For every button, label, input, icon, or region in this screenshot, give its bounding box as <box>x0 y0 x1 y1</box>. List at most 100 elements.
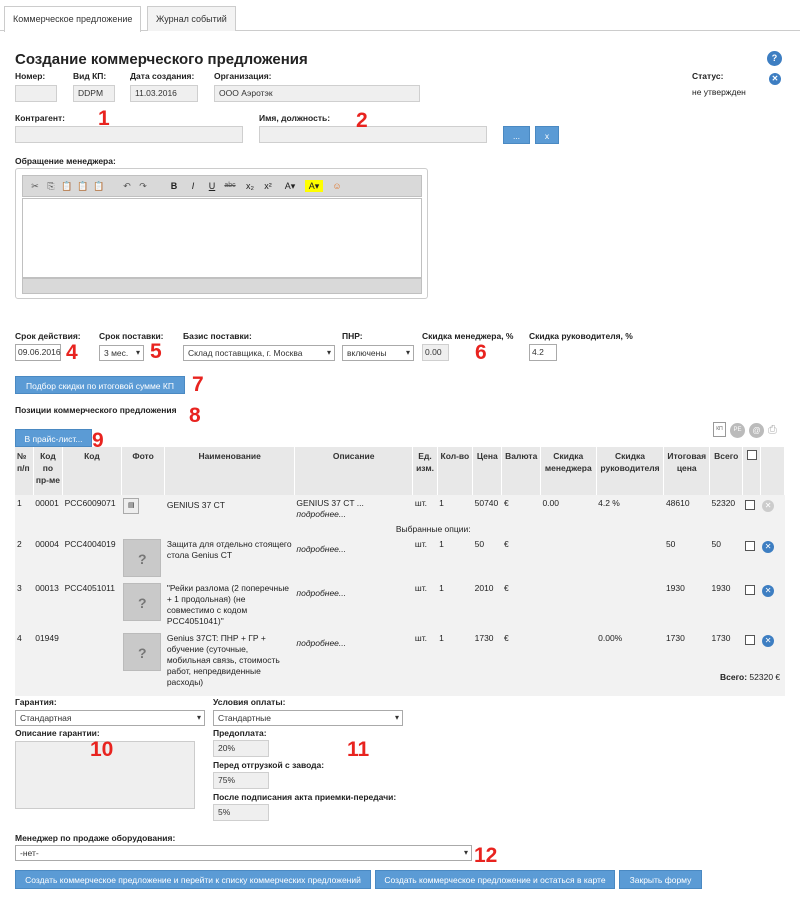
validity-field[interactable]: 09.06.2016 <box>15 344 61 361</box>
cell-currency: € <box>501 580 541 630</box>
italic-icon[interactable]: I <box>187 180 199 192</box>
export-kp-icon[interactable]: КП <box>713 422 726 437</box>
counterparty-field[interactable] <box>15 126 243 143</box>
select-person-button[interactable]: ... <box>503 126 530 144</box>
options-row: Выбранные опции: <box>15 523 785 536</box>
cell-select <box>742 580 761 630</box>
strikethrough-icon[interactable]: abc <box>224 180 236 192</box>
delete-icon[interactable]: ✕ <box>762 541 775 553</box>
paste-text-icon[interactable]: 📋 <box>77 180 89 192</box>
cell-photo: ▤ <box>121 495 165 523</box>
photo-thumbnail[interactable]: ▤ <box>123 498 140 514</box>
highlight-color-icon[interactable]: A▾ <box>305 180 323 192</box>
cell-unit: шт. <box>412 580 438 630</box>
chevron-down-icon: ▾ <box>394 713 399 722</box>
more-link[interactable]: подробнее... <box>296 638 410 649</box>
editor-text-area[interactable] <box>22 198 422 278</box>
photo-placeholder[interactable]: ? <box>123 539 162 577</box>
row-checkbox[interactable] <box>744 500 755 510</box>
smiley-icon[interactable]: ☺ <box>331 180 343 192</box>
copy-icon[interactable]: ⎘ <box>45 180 57 192</box>
sales-manager-select[interactable]: -нет- ▾ <box>15 845 472 861</box>
delete-icon[interactable]: ✕ <box>762 585 775 597</box>
warranty-select[interactable]: Стандартная ▾ <box>15 710 205 726</box>
basis-select[interactable]: Склад поставщика, г. Москва ▾ <box>183 345 335 361</box>
cell-currency: € <box>501 536 541 580</box>
text-color-icon[interactable]: A▾ <box>281 180 299 192</box>
underline-icon[interactable]: U <box>206 180 218 192</box>
cell-description: подробнее... <box>294 580 413 630</box>
after-act-field[interactable]: 5% <box>213 804 269 821</box>
head-discount-field[interactable]: 4.2 <box>529 344 557 361</box>
col-total: Всего <box>709 447 744 495</box>
delete-disabled-icon: ✕ <box>762 500 775 512</box>
col-currency: Валюта <box>501 447 541 495</box>
paste-word-icon[interactable]: 📋 <box>93 180 105 192</box>
before-shipment-field[interactable]: 75% <box>213 772 269 789</box>
cell-name: Защита для отдельно стоящего стола Geniu… <box>164 536 295 580</box>
chevron-down-icon: ▾ <box>196 713 201 722</box>
cut-icon[interactable]: ✂ <box>29 180 41 192</box>
cell-final-price: 1930 <box>663 580 710 630</box>
number-field[interactable] <box>15 85 57 102</box>
annotation-8: 8 <box>189 404 201 427</box>
cell-code: PCC6009071 <box>62 495 122 523</box>
close-icon[interactable]: ✕ <box>769 73 781 85</box>
cell-number: 4 <box>15 630 34 691</box>
cell-total: 50 <box>709 536 743 580</box>
cell-price: 50740 <box>472 495 502 523</box>
row-checkbox[interactable] <box>744 585 755 595</box>
clear-person-button[interactable]: x <box>535 126 559 144</box>
prepayment-label: Предоплата: <box>213 728 267 738</box>
pick-discount-button[interactable]: Подбор скидки по итоговой сумме КП <box>15 376 185 394</box>
more-link[interactable]: подробнее... <box>296 544 410 555</box>
undo-icon[interactable]: ↶ <box>121 180 133 192</box>
superscript-icon[interactable]: x² <box>262 180 274 192</box>
cell-final-price: 1730 <box>663 630 710 691</box>
kp-type-field[interactable]: DDPM <box>73 85 115 102</box>
table-row: 4 01949 ? Genius 37CT: ПНР + ГР + обучен… <box>15 630 785 691</box>
create-and-stay-button[interactable]: Создать коммерческое предложение и остат… <box>375 870 615 889</box>
payment-terms-select[interactable]: Стандартные ▾ <box>213 710 403 726</box>
pnr-select[interactable]: включены ▾ <box>342 345 414 361</box>
annotation-4: 4 <box>66 341 78 364</box>
cell-head-discount <box>596 580 664 630</box>
created-date-field[interactable]: 11.03.2016 <box>130 85 198 102</box>
more-link[interactable]: подробнее... <box>296 509 410 520</box>
manager-discount-field[interactable]: 0.00 <box>422 344 449 361</box>
close-form-button[interactable]: Закрыть форму <box>619 870 702 889</box>
delivery-select[interactable]: 3 мес. ▾ <box>99 345 144 361</box>
email-icon[interactable]: @ <box>749 423 764 438</box>
prepayment-field[interactable]: 20% <box>213 740 269 757</box>
export-pe-icon[interactable]: PE <box>730 423 745 438</box>
photo-placeholder[interactable]: ? <box>123 633 162 671</box>
delete-icon[interactable]: ✕ <box>762 635 775 647</box>
help-icon[interactable]: ? <box>767 51 782 66</box>
select-all-checkbox[interactable] <box>746 450 757 460</box>
row-checkbox[interactable] <box>744 635 755 645</box>
pricelist-button[interactable]: В прайс-лист... <box>15 429 92 447</box>
tab-event-log[interactable]: Журнал событий <box>147 6 236 31</box>
paste-icon[interactable]: 📋 <box>61 180 73 192</box>
validity-label: Срок действия: <box>15 331 81 341</box>
manager-discount-label: Скидка менеджера, % <box>422 331 514 341</box>
photo-placeholder[interactable]: ? <box>123 583 162 621</box>
row-checkbox[interactable] <box>744 541 755 551</box>
create-and-go-to-list-button[interactable]: Создать коммерческое предложение и перей… <box>15 870 371 889</box>
redo-icon[interactable]: ↷ <box>137 180 149 192</box>
organization-field[interactable]: ООО Аэротэк <box>214 85 420 102</box>
chevron-down-icon: ▾ <box>326 348 331 357</box>
annotation-1: 1 <box>98 107 110 130</box>
print-icon[interactable]: ⎙ <box>768 424 782 436</box>
more-link[interactable]: подробнее... <box>296 588 410 599</box>
table-row: 3 00013 PCC4051011 ? "Рейки разлома (2 п… <box>15 580 785 630</box>
subscript-icon[interactable]: x₂ <box>244 180 256 192</box>
cell-total: 1930 <box>709 580 743 630</box>
annotation-5: 5 <box>150 340 162 363</box>
person-field[interactable] <box>259 126 487 143</box>
cell-description: GENIUS 37 CT ... подробнее... <box>294 495 413 523</box>
tab-commercial-offer[interactable]: Коммерческое предложение <box>4 6 142 32</box>
bold-icon[interactable]: B <box>168 180 180 192</box>
col-head-discount: Скидка руководителя <box>596 447 665 495</box>
editor-resize-bar[interactable] <box>22 278 422 294</box>
